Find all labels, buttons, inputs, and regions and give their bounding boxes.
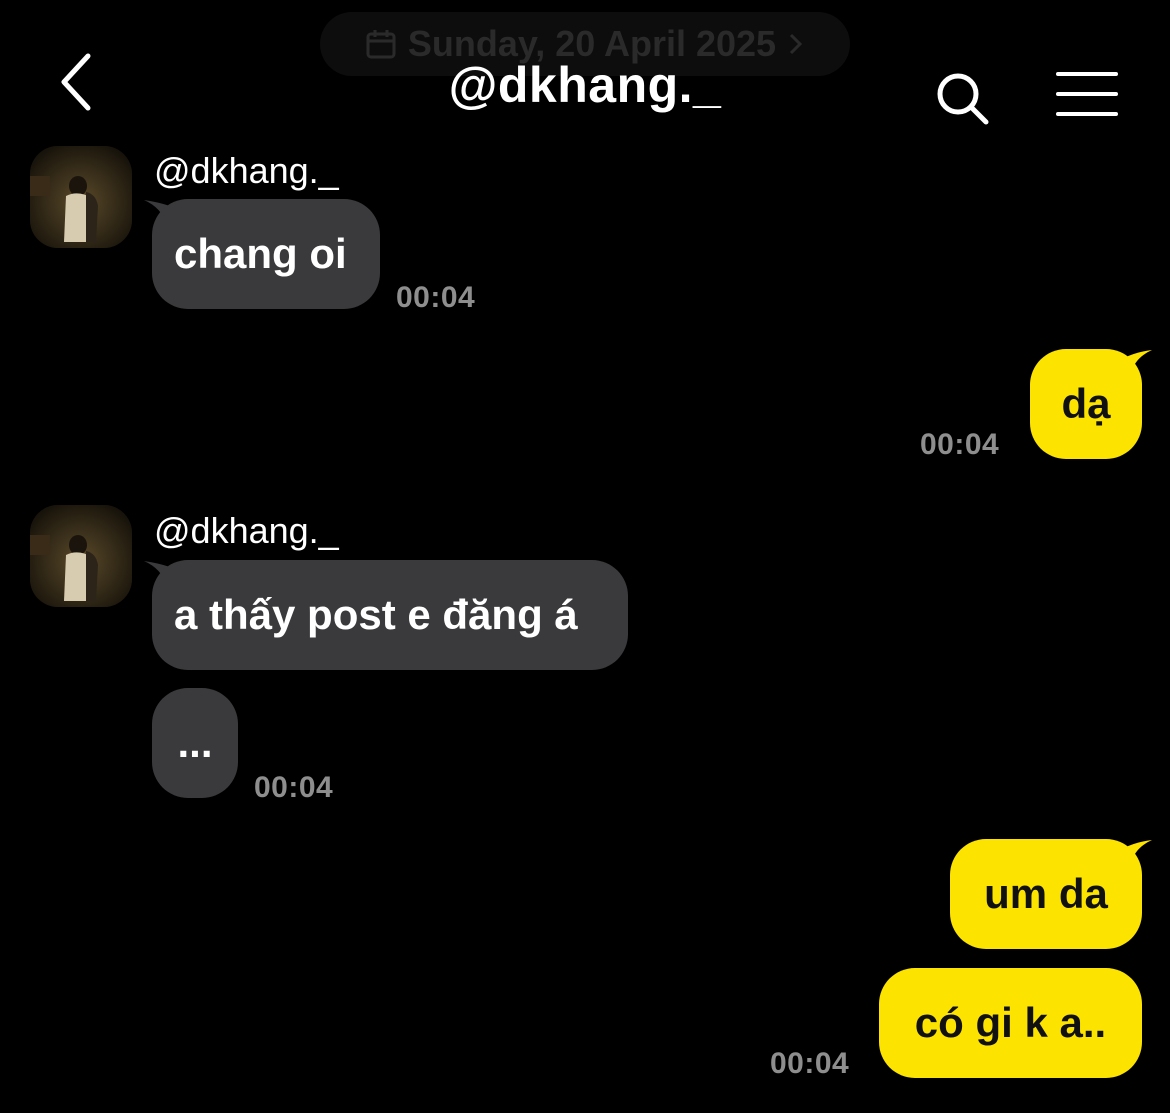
search-button[interactable] xyxy=(934,70,990,126)
message-text: chang oi xyxy=(174,230,347,277)
timestamp: 00:04 xyxy=(396,281,476,314)
menu-icon xyxy=(1056,72,1118,116)
incoming-message[interactable]: ... xyxy=(152,688,238,798)
timestamp: 00:04 xyxy=(920,428,1000,461)
sender-name: @dkhang._ xyxy=(154,510,339,551)
search-icon xyxy=(937,73,989,125)
timestamp: 00:04 xyxy=(770,1047,850,1080)
outgoing-message[interactable]: có gi k a.. xyxy=(879,968,1142,1078)
timestamp: 00:04 xyxy=(254,771,334,804)
message-text: a thấy post e đăng á xyxy=(174,591,578,638)
message-text: có gi k a.. xyxy=(914,999,1107,1046)
page-title: @dkhang._ xyxy=(448,57,722,113)
calendar-icon xyxy=(366,30,396,59)
avatar[interactable] xyxy=(30,505,132,607)
incoming-message[interactable]: chang oi xyxy=(152,199,380,309)
chevron-right-icon xyxy=(790,33,803,55)
incoming-message[interactable]: a thấy post e đăng á xyxy=(152,560,628,670)
message-text: um da xyxy=(984,870,1108,917)
message-text: ... xyxy=(177,719,213,766)
outgoing-message[interactable]: um da xyxy=(950,839,1142,949)
sender-name: @dkhang._ xyxy=(154,150,339,191)
avatar[interactable] xyxy=(30,146,132,248)
outgoing-message[interactable]: dạ xyxy=(1030,349,1142,459)
message-text: dạ xyxy=(1061,380,1111,427)
menu-button[interactable] xyxy=(1056,70,1118,118)
